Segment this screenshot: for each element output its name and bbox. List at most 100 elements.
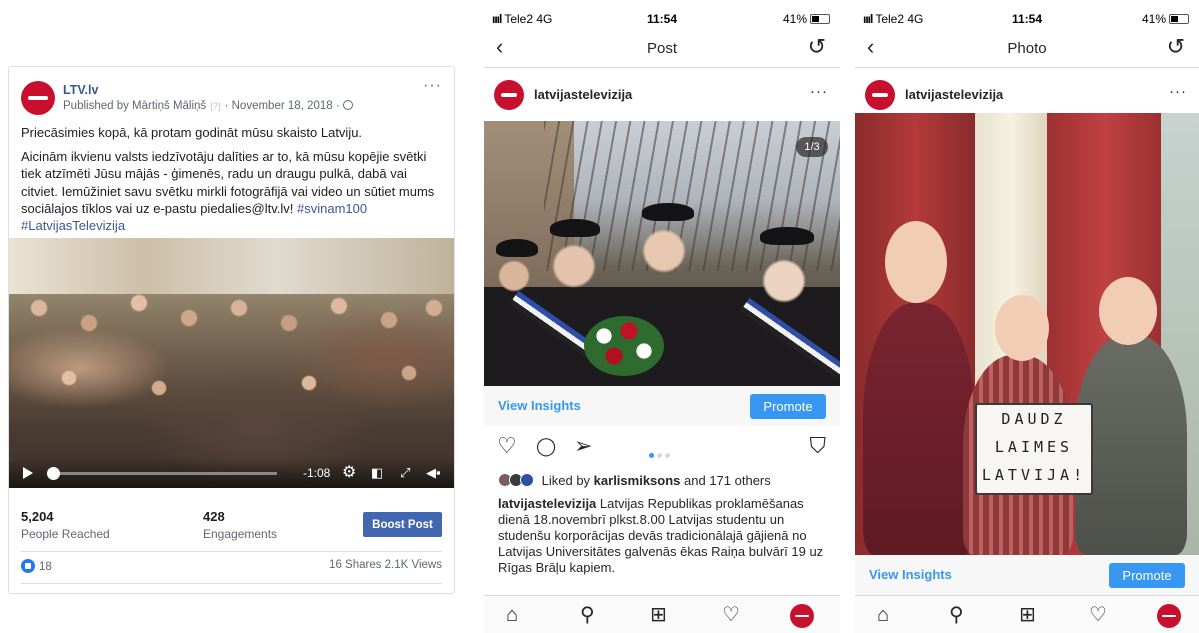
post-text-body: Aicinām ikvienu valsts iedzīvotāju dalīt… — [21, 148, 440, 234]
view-insights-link[interactable]: View Insights — [869, 567, 952, 582]
boost-post-button[interactable]: Boost Post — [363, 512, 442, 537]
photo-child-head — [1099, 277, 1157, 345]
engagements: 428 Engagements — [203, 509, 277, 541]
post-options-button[interactable]: ··· — [423, 77, 442, 95]
video-scrubber-handle[interactable] — [47, 467, 60, 480]
divider — [21, 583, 442, 584]
post-caption: latvijastelevizija Latvijas Republikas p… — [498, 496, 828, 576]
sign-line: LAIMES — [994, 438, 1074, 456]
nav-title: Photo — [1007, 40, 1047, 57]
fullscreen-icon[interactable]: ⤢ — [400, 466, 410, 480]
video-player[interactable]: -1:08 ⚙ ◧ ⤢ ◀▪ — [9, 238, 454, 488]
published-by[interactable]: Published by Mārtiņš Māliņš — [63, 100, 206, 112]
video-controls: -1:08 ⚙ ◧ ⤢ ◀▪ — [9, 458, 454, 488]
search-icon[interactable]: ⚲ — [949, 604, 964, 626]
photo-child — [863, 303, 975, 555]
view-insights-link[interactable]: View Insights — [498, 398, 581, 413]
post-header: LTV.lv Published by Mārtiņš Māliņš [?] ·… — [21, 77, 442, 117]
battery-icon — [1169, 14, 1189, 24]
nav-bar: ‹ Photo ↺ — [855, 34, 1199, 66]
people-reached-value: 5,204 — [21, 509, 54, 524]
photo-child-head — [885, 221, 947, 303]
home-icon[interactable]: ⌂ — [506, 604, 518, 626]
account-handle[interactable]: latvijastelevizija — [905, 87, 1003, 102]
post-photo[interactable]: DAUDZ LAIMES LATVIJA! — [855, 113, 1199, 555]
post-date[interactable]: · November 18, 2018 · — [225, 100, 340, 112]
profile-tab-avatar[interactable] — [1157, 604, 1181, 628]
settings-gear-icon[interactable]: ⚙ — [342, 465, 356, 481]
play-icon[interactable] — [23, 467, 33, 479]
divider — [21, 551, 442, 552]
battery: 41% — [783, 12, 830, 26]
sign-line: LATVIJA! — [981, 466, 1087, 484]
battery-percent: 41% — [1141, 12, 1166, 26]
nav-bar: ‹ Post ↺ — [484, 34, 840, 66]
photo-hat — [760, 227, 814, 245]
post-photo[interactable]: 1/3 — [484, 121, 840, 386]
carousel-dot — [657, 453, 662, 458]
page-avatar[interactable] — [21, 81, 55, 115]
activity-heart-icon[interactable]: ♡ — [1089, 604, 1107, 626]
share-icon[interactable]: ➢ — [574, 434, 592, 458]
carousel-counter: 1/3 — [796, 137, 828, 157]
photo-sign: DAUDZ LAIMES LATVIJA! — [975, 403, 1093, 495]
status-bar: ıııl Tele2 4G 11:54 41% — [855, 0, 1199, 34]
post-actions: ♡ ◯ ➢ ⛉ — [484, 434, 840, 464]
liked-by: Liked by karlismiksons and 171 others — [498, 473, 771, 488]
post-options-button[interactable]: ··· — [810, 83, 828, 100]
sign-line: DAUDZ — [1001, 410, 1067, 428]
tab-bar: ⌂ ⚲ ⊞ ♡ — [484, 595, 840, 633]
post-text-headline: Priecāsimies kopā, kā protam godināt mūs… — [21, 125, 363, 140]
battery-icon — [810, 14, 830, 24]
caption-user[interactable]: latvijastelevizija — [498, 496, 596, 511]
volume-icon[interactable]: ◀▪ — [426, 466, 441, 480]
instagram-post-screen: ıııl Tele2 4G 11:54 41% ‹ Post ↺ latvijas… — [484, 0, 840, 633]
account-handle[interactable]: latvijastelevizija — [534, 87, 632, 102]
photo-flowers — [584, 316, 664, 376]
globe-icon — [342, 100, 353, 110]
people-reached: 5,204 People Reached — [21, 509, 110, 541]
add-post-icon[interactable]: ⊞ — [1019, 604, 1036, 626]
hashtag-svinam100[interactable]: #svinam100 — [297, 201, 367, 216]
insights-bar: View Insights Promote — [855, 555, 1199, 595]
comment-icon[interactable]: ◯ — [536, 434, 556, 458]
page-name-link[interactable]: LTV.lv — [63, 83, 98, 97]
profile-tab-avatar[interactable] — [790, 604, 814, 628]
activity-heart-icon[interactable]: ♡ — [722, 604, 740, 626]
liker-avatars — [498, 473, 536, 487]
refresh-icon[interactable]: ↺ — [1167, 36, 1185, 58]
post-options-button[interactable]: ··· — [1169, 83, 1187, 100]
carousel-dots — [649, 445, 673, 463]
bookmark-icon[interactable]: ⛉ — [809, 434, 826, 458]
battery-percent: 41% — [782, 12, 807, 26]
photo-hat — [642, 203, 694, 221]
liked-suffix[interactable]: and 171 others — [684, 473, 771, 488]
home-icon[interactable]: ⌂ — [877, 604, 889, 626]
search-icon[interactable]: ⚲ — [580, 604, 595, 626]
liker-avatar — [520, 473, 534, 487]
carousel-dot — [665, 453, 670, 458]
post-account-row: latvijastelevizija ··· — [484, 70, 840, 118]
account-avatar[interactable] — [494, 80, 524, 110]
divider — [855, 67, 1199, 68]
add-post-icon[interactable]: ⊞ — [650, 604, 667, 626]
promote-button[interactable]: Promote — [750, 394, 826, 419]
post-insights: 5,204 People Reached 428 Engagements Boo… — [21, 509, 442, 549]
hashtag-latvijastelevizija[interactable]: #LatvijasTelevizija — [21, 218, 125, 233]
battery: 41% — [1142, 12, 1189, 26]
heart-icon[interactable]: ♡ — [497, 434, 517, 458]
post-account-row: latvijastelevizija ··· — [855, 70, 1199, 118]
video-progress-track[interactable] — [47, 472, 277, 475]
shares-views[interactable]: 16 Shares 2.1K Views — [329, 559, 442, 571]
photo-hat — [550, 219, 600, 237]
published-line: Published by Mārtiņš Māliņš [?] · Novemb… — [63, 100, 353, 112]
likes-count: 18 — [39, 561, 52, 573]
liked-user-link[interactable]: karlismiksons — [594, 473, 681, 488]
engagements-value: 428 — [203, 509, 225, 524]
reactions-count[interactable]: 18 — [21, 559, 52, 573]
promote-button[interactable]: Promote — [1109, 563, 1185, 588]
account-avatar[interactable] — [865, 80, 895, 110]
help-marker[interactable]: [?] — [210, 101, 220, 111]
picture-in-picture-icon[interactable]: ◧ — [371, 466, 383, 480]
refresh-icon[interactable]: ↺ — [808, 36, 826, 58]
